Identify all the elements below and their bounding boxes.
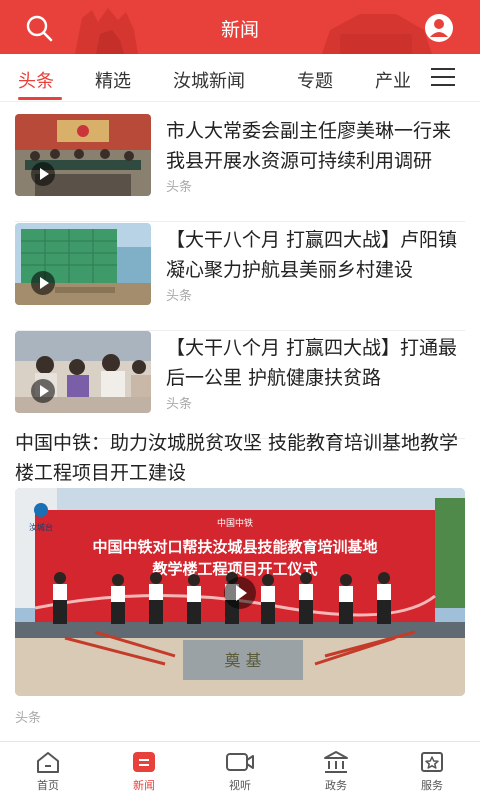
page-title: 新闻 — [220, 19, 259, 41]
service-icon — [421, 752, 443, 772]
tab-industry[interactable]: 产业 — [375, 67, 411, 93]
category-tabs: 头条 精选 汝城新闻 专题 产业 — [0, 54, 480, 102]
foundation-stone-text: 奠 基 — [224, 651, 261, 670]
news-headline: 【大干八个月 打赢四大战】卢阳镇凝心聚力护航县美丽乡村建设 — [166, 229, 458, 281]
nav-label-news: 新闻 — [133, 779, 155, 792]
news-source: 头条 — [166, 180, 193, 195]
nav-label-home: 首页 — [37, 779, 59, 792]
news-thumbnail — [15, 331, 151, 413]
home-icon — [37, 752, 59, 773]
featured-headline[interactable]: 中国中铁：助力汝城脱贫攻坚 技能教育培训基地教学楼工程项目开工建设 — [15, 428, 467, 488]
news-headline: 【大干八个月 打赢四大战】打通最后一公里 护航健康扶贫路 — [166, 337, 458, 389]
active-tab-indicator — [18, 97, 62, 100]
app-screen: 新闻 头条 精选 汝城新闻 专题 产业 市人大常委会副主任廖美琳一行来我县开展水… — [0, 0, 480, 800]
video-icon — [226, 753, 254, 771]
nav-video[interactable]: 视听 — [208, 750, 272, 798]
government-icon — [324, 751, 348, 773]
play-icon — [31, 379, 55, 403]
news-icon — [133, 752, 155, 772]
nav-label-government: 政务 — [325, 779, 347, 792]
banner-line-1: 中国中铁对口帮扶汝城县技能教育培训基地 — [92, 538, 377, 556]
top-bar: 新闻 — [0, 0, 480, 54]
nav-service[interactable]: 服务 — [400, 750, 464, 798]
menu-icon[interactable] — [431, 68, 455, 88]
nav-news[interactable]: 新闻 — [112, 750, 176, 798]
news-thumbnail — [15, 114, 151, 196]
play-icon — [31, 271, 55, 295]
tab-topics[interactable]: 专题 — [297, 67, 333, 93]
tab-rucheng-news[interactable]: 汝城新闻 — [173, 67, 245, 93]
nav-government[interactable]: 政务 — [304, 750, 368, 798]
nav-label-video: 视听 — [229, 779, 251, 792]
news-item[interactable]: 【大干八个月 打赢四大战】卢阳镇凝心聚力护航县美丽乡村建设 头条 — [15, 223, 465, 331]
news-source: 头条 — [166, 397, 193, 412]
tab-featured[interactable]: 精选 — [95, 67, 131, 93]
play-icon — [31, 162, 55, 186]
news-item[interactable]: 【大干八个月 打赢四大战】打通最后一公里 护航健康扶贫路 头条 — [15, 331, 465, 439]
tab-headlines[interactable]: 头条 — [18, 67, 54, 93]
play-icon[interactable] — [224, 577, 256, 609]
banner-small-text: 中国中铁 — [217, 517, 253, 529]
nav-home[interactable]: 首页 — [16, 750, 80, 798]
user-icon[interactable] — [424, 13, 454, 43]
news-item[interactable]: 市人大常委会副主任廖美琳一行来我县开展水资源可持续利用调研 头条 — [15, 114, 465, 222]
news-source: 头条 — [166, 289, 193, 304]
featured-source: 头条 — [15, 711, 42, 726]
news-headline: 市人大常委会副主任廖美琳一行来我县开展水资源可持续利用调研 — [166, 120, 452, 172]
station-logo: 汝城台 — [29, 522, 53, 532]
nav-label-service: 服务 — [421, 779, 443, 792]
bottom-navigation: 首页 新闻 视听 政务 服务 — [0, 741, 480, 800]
news-thumbnail — [15, 223, 151, 305]
